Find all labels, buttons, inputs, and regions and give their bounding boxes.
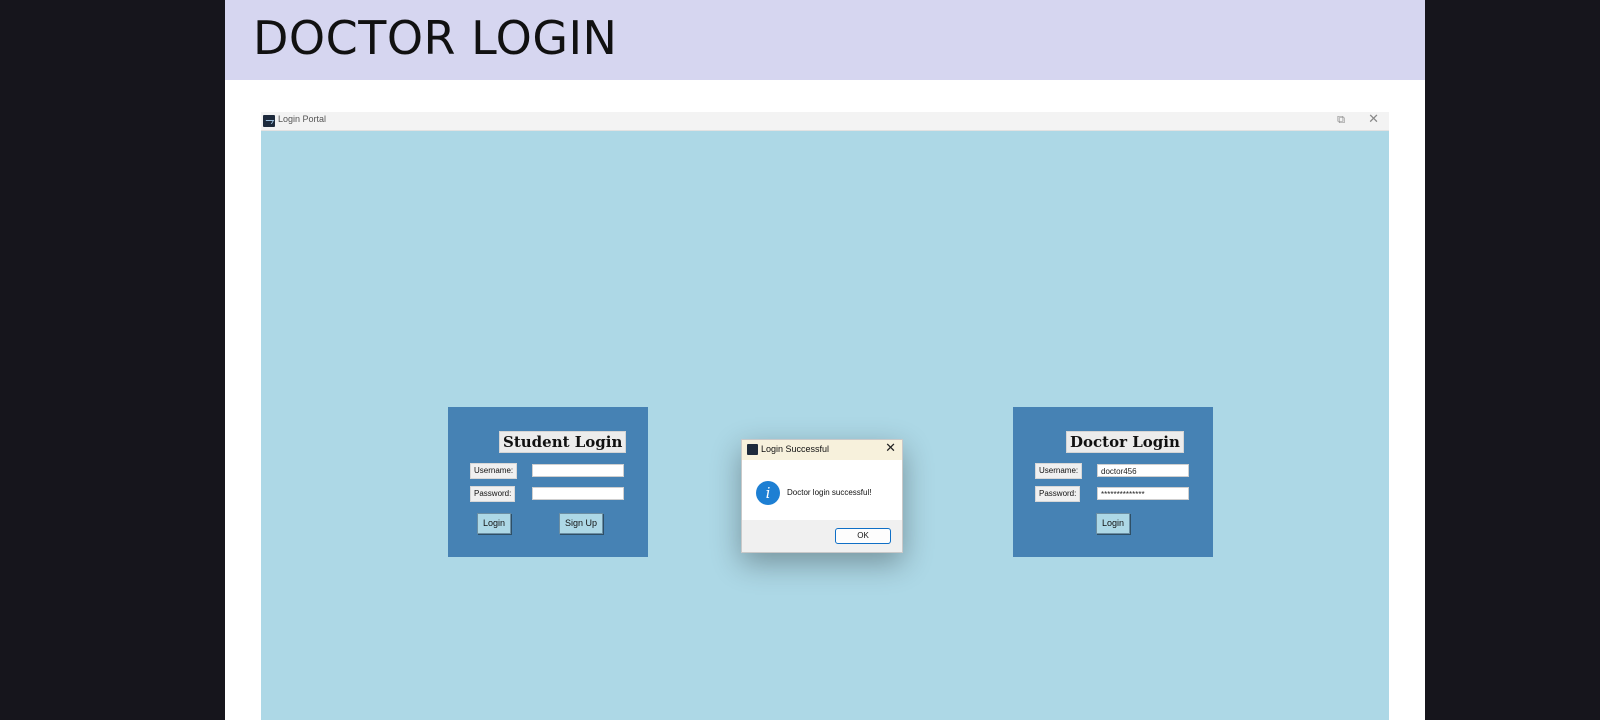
student-login-panel: Student Login Username: Password: Login … (448, 407, 648, 557)
slide: DOCTOR LOGIN Login Portal ⧉ ✕ Student Lo… (225, 0, 1425, 720)
app-icon (263, 115, 275, 127)
login-portal-window: Login Portal ⧉ ✕ Student Login Username:… (261, 112, 1389, 720)
dialog-footer: OK (742, 520, 902, 552)
doctor-login-heading: Doctor Login (1066, 431, 1184, 453)
app-icon (747, 444, 758, 455)
doctor-username-input[interactable]: doctor456 (1097, 464, 1189, 477)
student-signup-button[interactable]: Sign Up (559, 513, 604, 534)
doctor-username-label: Username: (1035, 463, 1083, 479)
student-login-button[interactable]: Login (477, 513, 512, 534)
student-username-label: Username: (470, 463, 518, 479)
login-success-dialog: Login Successful ✕ i Doctor login succes… (741, 439, 903, 553)
dialog-message: Doctor login successful! (787, 488, 872, 497)
info-icon: i (756, 481, 780, 505)
doctor-password-input[interactable]: ************** (1097, 487, 1189, 500)
student-password-input[interactable] (532, 487, 624, 500)
student-login-heading: Student Login (499, 431, 627, 453)
window-title: Login Portal (278, 114, 327, 124)
slide-header: DOCTOR LOGIN (225, 0, 1425, 80)
student-username-input[interactable] (532, 464, 624, 477)
dialog-titlebar[interactable]: Login Successful ✕ (742, 440, 902, 460)
student-password-label: Password: (470, 486, 516, 502)
doctor-login-panel: Doctor Login Username: doctor456 Passwor… (1013, 407, 1213, 557)
restore-icon[interactable]: ⧉ (1337, 113, 1345, 127)
ok-button[interactable]: OK (835, 528, 891, 544)
close-icon[interactable]: ✕ (885, 441, 896, 456)
doctor-password-label: Password: (1035, 486, 1081, 502)
slide-title: DOCTOR LOGIN (253, 11, 618, 65)
dialog-title: Login Successful (761, 444, 830, 454)
window-titlebar[interactable]: Login Portal ⧉ ✕ (261, 112, 1389, 131)
close-icon[interactable]: ✕ (1368, 112, 1379, 127)
doctor-login-button[interactable]: Login (1096, 513, 1131, 534)
